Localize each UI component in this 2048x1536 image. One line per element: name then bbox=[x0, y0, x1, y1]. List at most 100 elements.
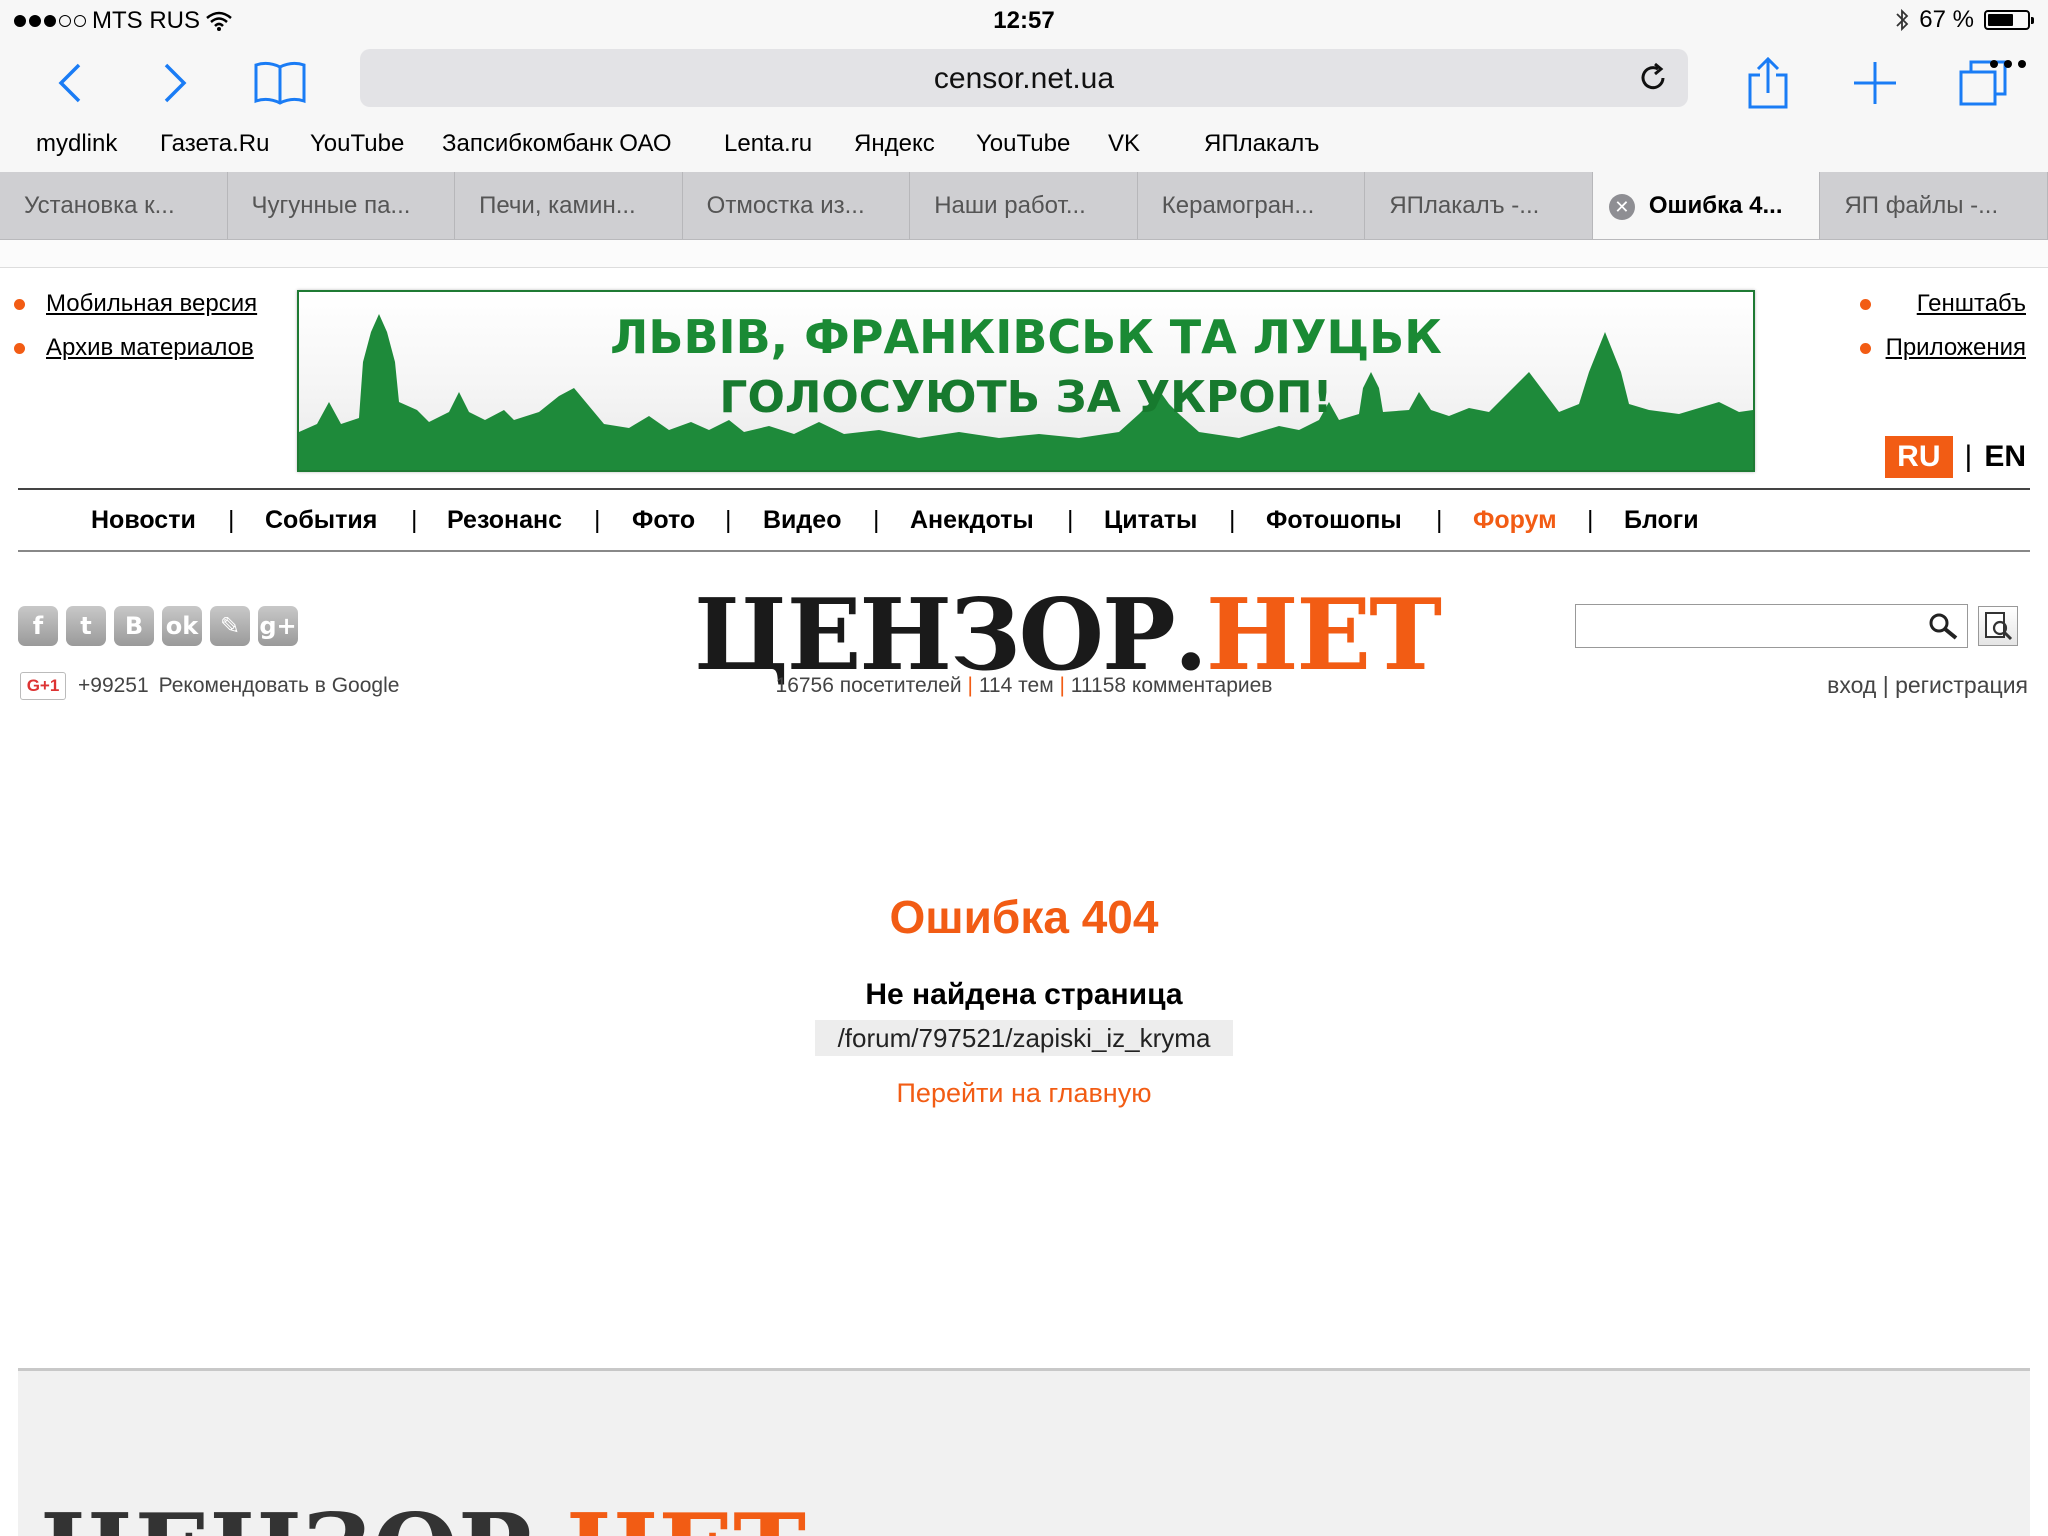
nav-item[interactable]: Блоги bbox=[1624, 506, 1699, 535]
site-logo[interactable]: ЦЕНЗОР.НЕТ bbox=[694, 578, 1442, 693]
bullet-icon bbox=[14, 343, 25, 354]
nav-item[interactable]: Цитаты bbox=[1104, 506, 1197, 535]
battery-icon bbox=[1984, 10, 2034, 30]
browser-toolbar: censor.net.ua mydlink Газета.Ru YouTube Зап… bbox=[0, 42, 2048, 172]
bookmark-item[interactable]: VK bbox=[1108, 130, 1140, 158]
browser-tab[interactable]: Отмостка из... bbox=[683, 172, 911, 239]
lang-ru-button[interactable]: RU bbox=[1885, 436, 1953, 478]
document-search-icon bbox=[1985, 612, 2013, 641]
lang-en-button[interactable]: EN bbox=[1984, 440, 2026, 474]
browser-tab[interactable]: ЯП файлы -... bbox=[1820, 172, 2048, 239]
web-page: Мобильная версия Архив материалов ЛЬВІВ,… bbox=[0, 240, 2048, 1536]
back-button[interactable] bbox=[35, 48, 105, 118]
clock: 12:57 bbox=[993, 7, 1055, 34]
tab-bar: Установка к... Чугунные па... Печи, камин.… bbox=[0, 172, 2048, 240]
bookmark-item[interactable]: Lenta.ru bbox=[724, 130, 812, 158]
register-link[interactable]: регистрация bbox=[1895, 672, 2028, 698]
search-input[interactable] bbox=[1575, 604, 1968, 648]
browser-tab[interactable]: Чугунные па... bbox=[228, 172, 456, 239]
advanced-search-button[interactable] bbox=[1978, 606, 2018, 646]
banner-headline: ЛЬВІВ, ФРАНКІВСЬК ТА ЛУЦЬК bbox=[610, 310, 1442, 364]
go-home-link[interactable]: Перейти на главную bbox=[0, 1078, 2048, 1109]
login-link[interactable]: вход bbox=[1827, 672, 1876, 698]
nav-item[interactable]: События bbox=[265, 506, 377, 535]
battery-percent: 67 % bbox=[1919, 6, 1974, 33]
bullet-icon bbox=[14, 299, 25, 310]
tabs-overview-button[interactable] bbox=[1948, 48, 2018, 118]
browser-tab[interactable]: ✕ Ошибка 4... bbox=[1592, 172, 1821, 239]
nav-separator: | bbox=[1229, 506, 1236, 534]
stats-topics: 114 тем bbox=[978, 674, 1054, 697]
stats-separator: | bbox=[1059, 674, 1065, 697]
browser-tab[interactable]: Установка к... bbox=[0, 172, 228, 239]
stats-separator: | bbox=[967, 674, 973, 697]
chevron-left-icon bbox=[58, 63, 81, 103]
mobile-version-link[interactable]: Мобильная версия bbox=[46, 290, 257, 317]
language-switch: RU | EN bbox=[1885, 436, 2026, 478]
archive-link[interactable]: Архив материалов bbox=[46, 334, 254, 361]
tab-label: ЯП файлы -... bbox=[1844, 192, 1999, 219]
lang-separator: | bbox=[1964, 440, 1973, 473]
url-text: censor.net.ua bbox=[933, 62, 1115, 95]
tab-label: Отмостка из... bbox=[706, 192, 865, 219]
bookmark-item[interactable]: YouTube bbox=[976, 130, 1070, 158]
nav-item[interactable]: Новости bbox=[91, 506, 196, 535]
nav-item[interactable]: Видео bbox=[763, 506, 841, 535]
genshtab-link[interactable]: Генштабъ bbox=[1917, 290, 2026, 317]
nav-item[interactable]: Фотошопы bbox=[1266, 506, 1402, 535]
bookmark-item[interactable]: Яндекс bbox=[854, 130, 935, 158]
tab-label: Керамогран... bbox=[1161, 192, 1315, 219]
nav-item[interactable]: Фото bbox=[632, 506, 695, 535]
error-path: /forum/797521/zapiski_iz_kryma bbox=[815, 1020, 1233, 1056]
bookmark-item[interactable]: YouTube bbox=[310, 130, 404, 158]
bookmark-item[interactable]: ЯПлакалъ bbox=[1204, 130, 1319, 158]
new-tab-button[interactable] bbox=[1840, 48, 1910, 118]
nav-separator: | bbox=[228, 506, 235, 534]
apps-link[interactable]: Приложения bbox=[1886, 334, 2026, 361]
browser-tab[interactable]: Наши работ... bbox=[910, 172, 1138, 239]
livejournal-icon[interactable]: ✎ bbox=[210, 606, 250, 646]
reload-icon[interactable] bbox=[1636, 61, 1670, 95]
bookmarks-button[interactable] bbox=[245, 48, 315, 118]
facebook-icon[interactable]: f bbox=[18, 606, 58, 646]
tab-label: Ошибка 4... bbox=[1648, 192, 1783, 219]
nav-separator: | bbox=[411, 506, 418, 534]
bookmark-item[interactable]: mydlink bbox=[36, 130, 117, 158]
bookmark-item[interactable]: Запсибкомбанк ОАО bbox=[442, 130, 672, 158]
bullet-icon bbox=[1859, 299, 1871, 310]
ad-banner[interactable]: ЛЬВІВ, ФРАНКІВСЬК ТА ЛУЦЬК ГОЛОСУЮТЬ ЗА … bbox=[297, 290, 1755, 472]
forward-button[interactable] bbox=[140, 48, 210, 118]
error-title: Ошибка 404 bbox=[889, 891, 1159, 943]
odnoklassniki-icon[interactable]: ok bbox=[162, 606, 202, 646]
error-subtitle: Не найдена страница bbox=[865, 978, 1183, 1011]
nav-separator: | bbox=[1587, 506, 1594, 534]
nav-item[interactable]: Резонанс bbox=[447, 506, 562, 535]
more-bookmarks-icon[interactable] bbox=[1990, 60, 2026, 68]
bluetooth-icon bbox=[1896, 8, 1909, 32]
banner-subheadline: ГОЛОСУЮТЬ ЗА УКРОП! bbox=[719, 372, 1333, 423]
nav-item[interactable]: Анекдоты bbox=[910, 506, 1034, 535]
browser-tab[interactable]: Керамогран... bbox=[1138, 172, 1366, 239]
browser-tab[interactable]: Печи, камин... bbox=[455, 172, 683, 239]
nav-item[interactable]: Форум bbox=[1473, 506, 1557, 535]
chevron-right-icon bbox=[164, 63, 187, 103]
share-button[interactable] bbox=[1733, 48, 1803, 118]
google-plus-icon[interactable]: g+ bbox=[258, 606, 298, 646]
close-tab-icon[interactable]: ✕ bbox=[1608, 194, 1635, 220]
vkontakte-icon[interactable]: B bbox=[114, 606, 154, 646]
bookmark-item[interactable]: Газета.Ru bbox=[160, 130, 269, 158]
bookmarks-bar: mydlink Газета.Ru YouTube Запсибкомбанк ОАО… bbox=[0, 122, 2048, 166]
twitter-icon[interactable]: t bbox=[66, 606, 106, 646]
footer-logo[interactable]: ЦЕНЗОР.НЕТ bbox=[40, 1496, 806, 1536]
browser-tab[interactable]: ЯПлакалъ -... bbox=[1365, 172, 1593, 239]
auth-separator: | bbox=[1882, 672, 1889, 698]
stats-visitors: 16756 посетителей bbox=[775, 674, 962, 697]
page-top-strip bbox=[0, 240, 2048, 268]
social-share-bar: f t Bok ✎ g+ bbox=[18, 606, 298, 646]
top-right-links: Генштабъ Приложения bbox=[1859, 290, 2026, 378]
address-bar[interactable]: censor.net.ua bbox=[360, 49, 1688, 107]
main-nav: Новости | События | Резонанс | Фото | Видео | Анек… bbox=[18, 488, 2030, 552]
search-icon[interactable] bbox=[1927, 611, 1959, 641]
site-stats: 16756 посетителей | 114 тем | 11158 комм… bbox=[0, 674, 2048, 698]
nav-separator: | bbox=[873, 506, 880, 534]
